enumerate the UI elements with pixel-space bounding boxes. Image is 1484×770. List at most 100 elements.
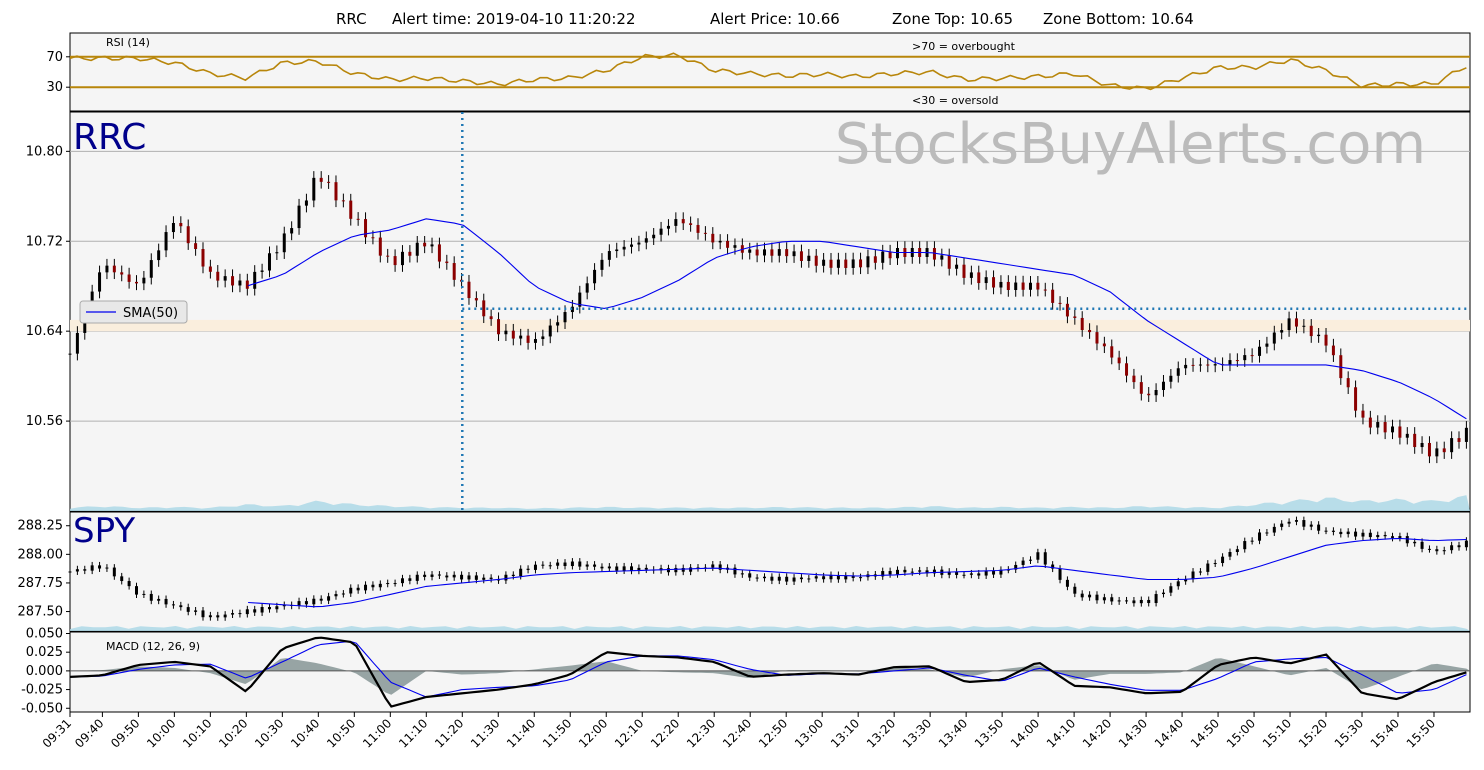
- spy-candle-body: [1280, 523, 1284, 527]
- price-candle-body: [1450, 438, 1454, 453]
- price-candle-body: [888, 251, 892, 259]
- spy-candle-body: [134, 586, 138, 595]
- spy-candle-body: [1272, 526, 1276, 533]
- price-candle-body: [1427, 442, 1431, 457]
- price-candle-body: [1006, 281, 1010, 290]
- spy-candle-body: [570, 561, 574, 567]
- spy-candle-body: [460, 574, 464, 580]
- price-candle-body: [1169, 375, 1173, 382]
- price-candle-body: [1088, 329, 1092, 333]
- price-candle-body: [1080, 317, 1084, 330]
- price-candle-body: [1442, 448, 1446, 453]
- price-candle-body: [1420, 442, 1424, 448]
- price-candle-body: [947, 255, 951, 269]
- x-tick-label: 14:20: [1080, 716, 1114, 750]
- spy-candle-body: [275, 606, 279, 610]
- x-tick-label: 11:00: [360, 716, 394, 750]
- spy-candle-body: [1450, 545, 1454, 551]
- x-tick-label: 10:10: [180, 716, 214, 750]
- rsi-title: RSI (14): [106, 36, 150, 49]
- price-symbol-label: RRC: [73, 117, 146, 158]
- spy-candle-body: [216, 615, 220, 618]
- price-candle-body: [1324, 334, 1328, 346]
- spy-candle-body: [1265, 532, 1269, 534]
- x-tick-label: 15:00: [1224, 716, 1258, 750]
- spy-candle-body: [1464, 540, 1468, 548]
- price-candle-body: [1154, 389, 1158, 396]
- price-candle-body: [1147, 393, 1151, 396]
- price-candle-body: [895, 248, 899, 259]
- price-candle-body: [822, 259, 826, 266]
- price-candle-body: [799, 251, 803, 261]
- price-candle-body: [1398, 426, 1402, 438]
- price-candle-body: [1161, 381, 1165, 390]
- price-candle-body: [1368, 417, 1372, 428]
- price-candle-body: [423, 242, 427, 247]
- price-ytick-label: 10.56: [26, 414, 63, 429]
- spy-candle-body: [519, 568, 523, 577]
- spy-candle-body: [785, 576, 789, 582]
- macd-ytick-label: -0.050: [21, 701, 63, 716]
- spy-candle-body: [194, 610, 198, 612]
- spy-candle-body: [223, 614, 227, 618]
- price-candle-body: [297, 205, 301, 229]
- price-candle-body: [164, 232, 168, 251]
- price-candle-body: [1294, 318, 1298, 327]
- spy-candle-body: [1147, 599, 1151, 604]
- price-candle-body: [533, 339, 537, 343]
- spy-candle-body: [245, 609, 249, 615]
- price-candle-body: [792, 251, 796, 257]
- price-candle-body: [238, 280, 242, 286]
- price-candle-body: [504, 330, 508, 335]
- price-candle-body: [1354, 387, 1358, 411]
- spy-candle-body: [75, 569, 79, 572]
- x-tick-label: 15:20: [1296, 716, 1330, 750]
- price-ytick-label: 10.64: [26, 324, 63, 339]
- spy-candle-body: [1117, 600, 1121, 602]
- price-candle-body: [105, 265, 109, 273]
- price-ytick-label: 10.72: [26, 234, 63, 249]
- spy-candle-body: [1346, 531, 1350, 535]
- price-candle-body: [696, 224, 700, 233]
- spy-candle-body: [711, 564, 715, 568]
- price-candle-body: [511, 330, 515, 339]
- spy-candle-body: [770, 576, 774, 581]
- price-candle-body: [563, 312, 567, 323]
- spy-candle-body: [1102, 597, 1106, 601]
- macd-ytick-label: 0.000: [26, 664, 63, 679]
- header-alert-price: Alert Price: 10.66: [710, 10, 840, 28]
- spy-symbol-label: SPY: [73, 511, 135, 551]
- price-candle-body: [179, 222, 183, 227]
- spy-candle-body: [1191, 571, 1195, 580]
- watermark: StocksBuyAlerts.com: [835, 112, 1426, 177]
- spy-candle-body: [799, 577, 803, 580]
- spy-candle-body: [349, 587, 353, 594]
- price-candle-body: [497, 319, 501, 335]
- sma-legend: SMA(50): [79, 300, 188, 324]
- spy-candle-body: [1457, 545, 1461, 548]
- chart-header: RRC Alert time: 2019-04-10 11:20:22 Aler…: [336, 10, 1194, 28]
- price-candle-body: [726, 240, 730, 248]
- price-candle-body: [1228, 360, 1232, 365]
- spy-candle-body: [674, 567, 678, 573]
- spy-candle-body: [1213, 563, 1217, 565]
- rsi-oversold-label: <30 = oversold: [912, 94, 998, 107]
- price-candle-body: [600, 259, 604, 270]
- price-panel: 10.80 10.72 10.64 10.56 RRC StocksBuyAlerts…: [26, 111, 1471, 512]
- spy-candle-body: [474, 575, 478, 580]
- spy-candle-body: [593, 564, 597, 567]
- price-candle-body: [1117, 357, 1121, 364]
- rsi-ytick-label: 70: [46, 50, 63, 65]
- price-candle-body: [482, 300, 486, 317]
- spy-candle-body: [90, 565, 94, 571]
- x-tick-label: 11:30: [468, 716, 502, 750]
- x-tick-label: 10:30: [252, 716, 286, 750]
- price-candle-body: [1302, 325, 1306, 327]
- price-candle-body: [1265, 343, 1269, 347]
- price-candle-body: [755, 249, 759, 256]
- spy-candle-body: [334, 594, 338, 597]
- price-candle-body: [1132, 375, 1136, 383]
- spy-candle-body: [1435, 549, 1439, 552]
- price-candle-body: [881, 251, 885, 263]
- price-candle-body: [304, 200, 308, 206]
